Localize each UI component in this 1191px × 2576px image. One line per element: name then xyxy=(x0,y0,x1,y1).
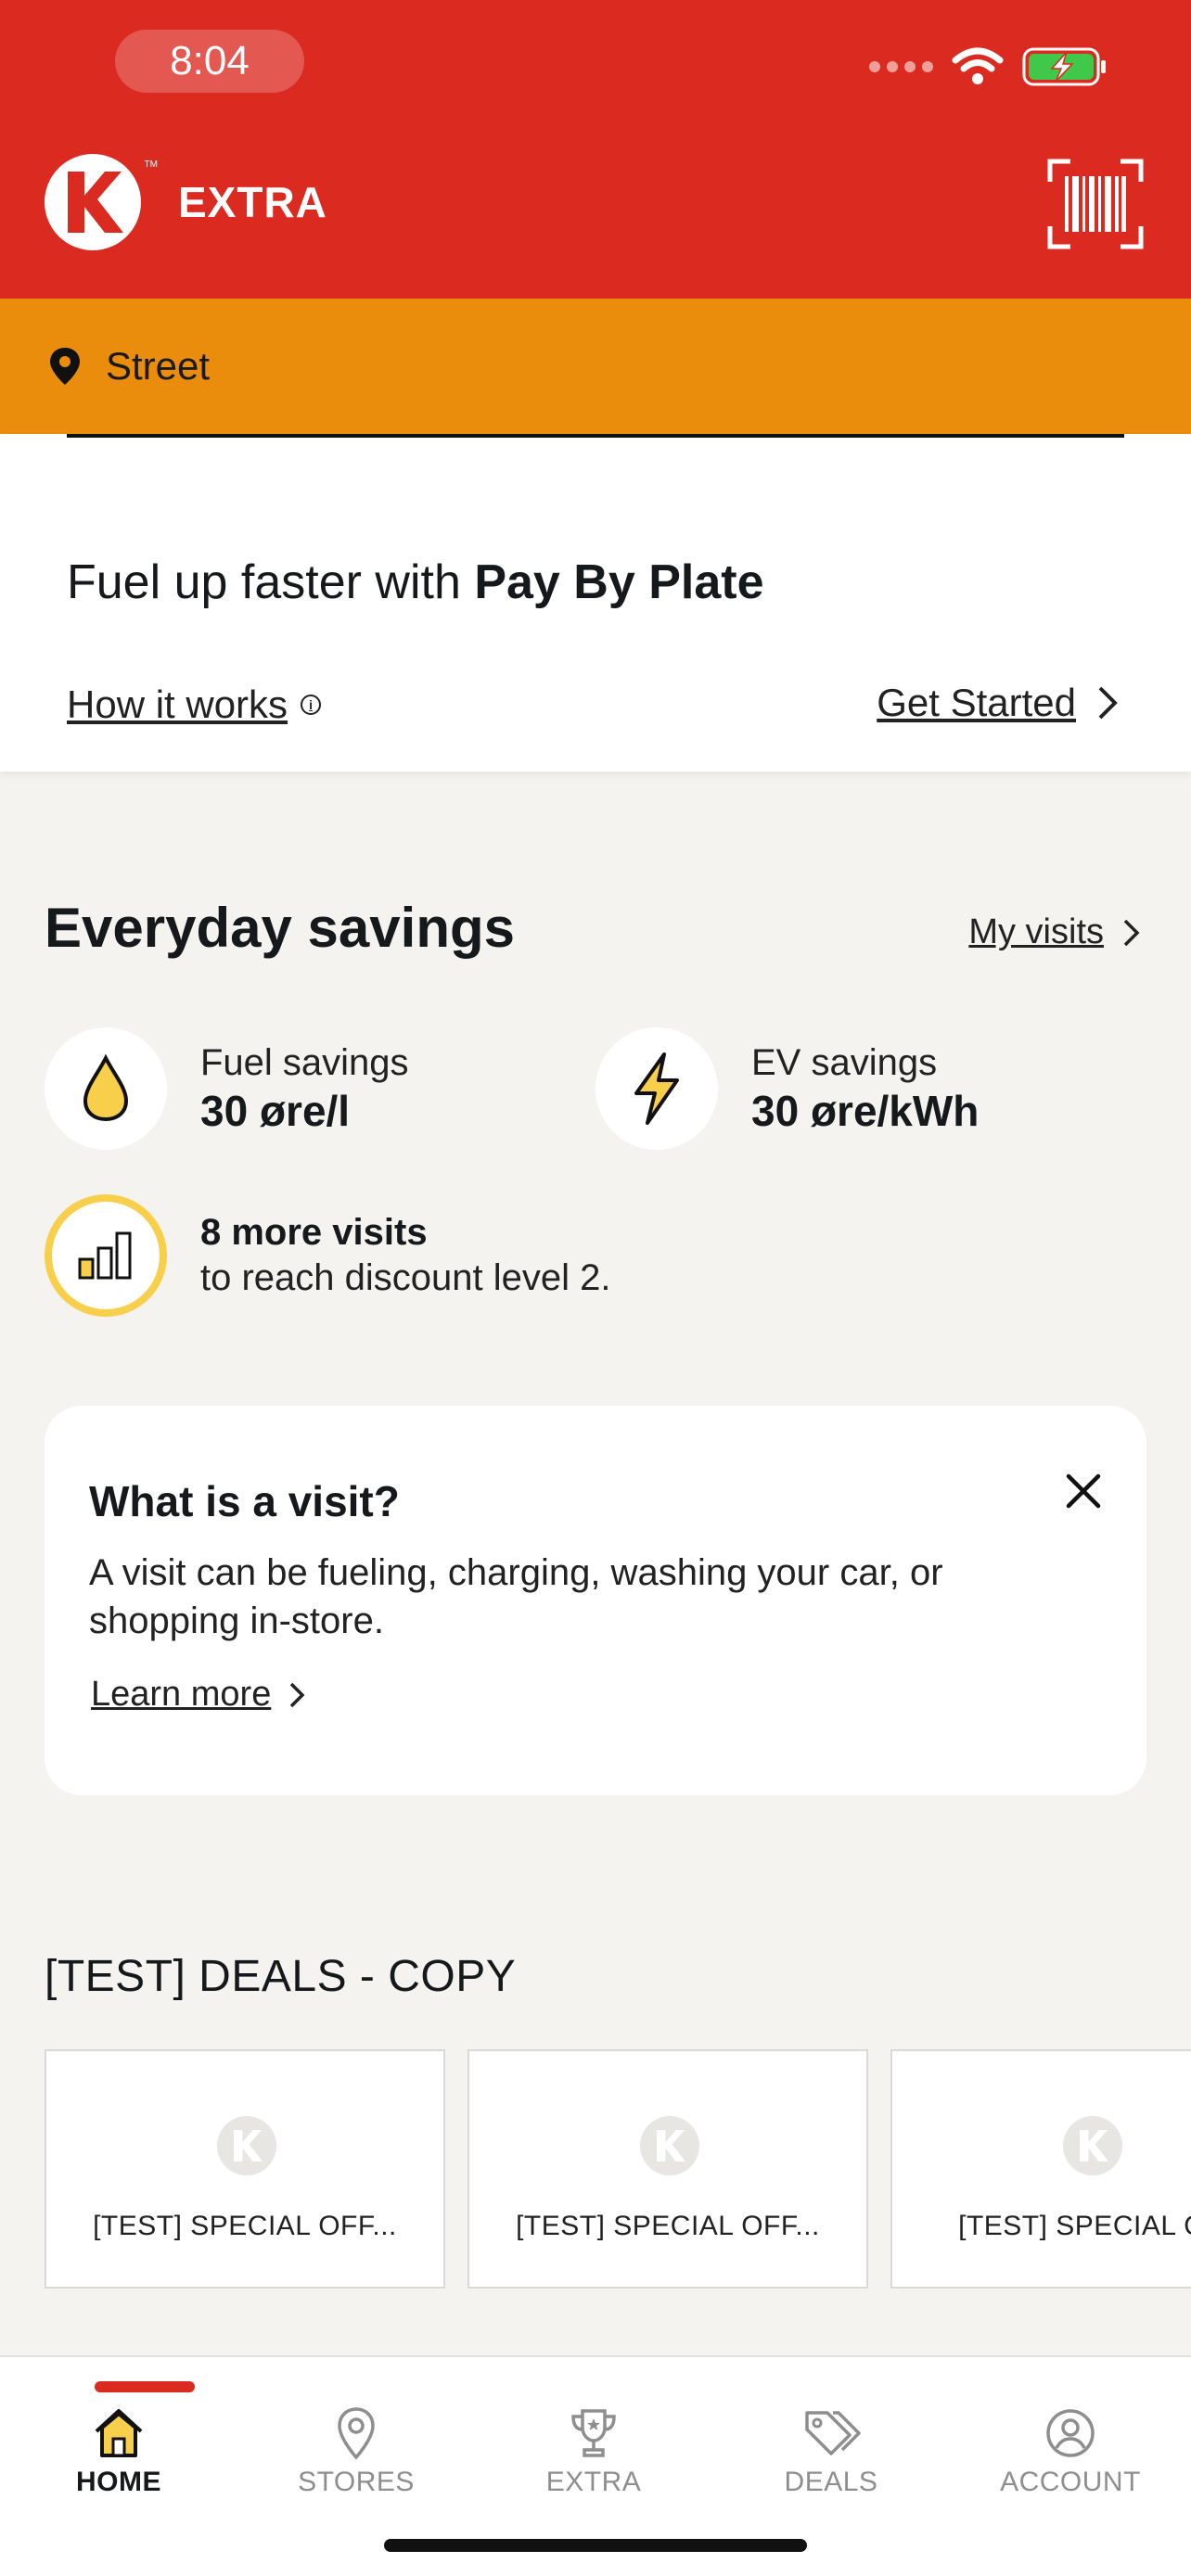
how-it-works-link[interactable]: How it works i xyxy=(67,682,322,727)
deal-label: [TEST] SPECIAL OFF... xyxy=(516,2211,820,2241)
brand-logo: TM EXTRA xyxy=(45,154,327,250)
battery-charging-icon xyxy=(1022,47,1106,86)
deal-label: [TEST] SPECIAL OFF... xyxy=(93,2211,397,2241)
nav-home-label: HOME xyxy=(76,2467,161,2497)
visits-remaining: 8 more visits xyxy=(200,1212,428,1253)
ev-savings-label: EV savings xyxy=(751,1041,938,1083)
deal-logo-icon xyxy=(640,2116,699,2175)
nav-home[interactable]: HOME xyxy=(26,2381,211,2498)
visit-level-progress: 8 more visits to reach discount level 2. xyxy=(45,1194,610,1317)
circle-k-logo-icon: TM xyxy=(45,154,158,250)
deal-logo-icon xyxy=(217,2116,276,2175)
trophy-icon xyxy=(571,2409,616,2457)
deals-carousel[interactable]: [TEST] SPECIAL OFF... [TEST] SPECIAL OFF… xyxy=(45,2049,1191,2289)
deal-label: [TEST] SPECIAL OF xyxy=(958,2211,1191,2241)
close-icon[interactable] xyxy=(1061,1469,1106,1513)
deal-logo-icon xyxy=(1063,2116,1122,2175)
home-indicator[interactable] xyxy=(384,2539,807,2552)
everyday-savings-title: Everyday savings xyxy=(45,897,515,959)
nav-extra-label: EXTRA xyxy=(545,2467,642,2497)
barcode-scan-icon[interactable] xyxy=(1046,158,1145,250)
chevron-right-icon xyxy=(1123,919,1140,946)
cellular-signal-icon xyxy=(869,61,933,72)
nav-account-label: ACCOUNT xyxy=(1000,2467,1141,2497)
nav-deals-label: DEALS xyxy=(784,2467,878,2497)
visit-card-description: A visit can be fueling, charging, washin… xyxy=(89,1552,943,1641)
pay-by-plate-title: Fuel up faster with Pay By Plate xyxy=(67,555,764,610)
pay-by-plate-title-prefix: Fuel up faster with xyxy=(67,555,475,609)
location-label: Street xyxy=(106,344,211,388)
location-bar[interactable]: Street xyxy=(0,299,1191,434)
what-is-a-visit-card: What is a visit? A visit can be fueling,… xyxy=(45,1406,1146,1795)
tag-icon xyxy=(805,2411,861,2455)
status-icons xyxy=(869,46,1108,87)
active-tab-indicator xyxy=(95,2381,195,2392)
get-started-link[interactable]: Get Started xyxy=(877,681,1124,725)
info-icon: i xyxy=(301,695,322,715)
nav-extra[interactable]: EXTRA xyxy=(501,2385,686,2498)
deal-card[interactable]: [TEST] SPECIAL OFF... xyxy=(467,2049,868,2289)
deal-card[interactable]: [TEST] SPECIAL OFF... xyxy=(45,2049,445,2289)
fuel-savings-label: Fuel savings xyxy=(200,1041,409,1083)
status-time: 8:04 xyxy=(115,30,304,93)
how-it-works-label: How it works xyxy=(67,682,288,726)
location-pin-icon xyxy=(50,348,80,385)
fuel-drop-icon xyxy=(45,1027,167,1150)
pay-by-plate-title-bold: Pay By Plate xyxy=(474,555,764,609)
ev-savings: EV savings 30 øre/kWh xyxy=(596,1027,979,1150)
learn-more-label: Learn more xyxy=(91,1675,272,1714)
brand-title: EXTRA xyxy=(178,178,327,226)
user-circle-icon xyxy=(1046,2409,1095,2457)
pay-by-plate-card: Fuel up faster with Pay By Plate How it … xyxy=(0,434,1191,772)
nav-deals[interactable]: DEALS xyxy=(738,2385,924,2498)
home-icon xyxy=(95,2409,143,2457)
chevron-right-icon xyxy=(1098,686,1118,720)
ev-savings-value: 30 øre/kWh xyxy=(751,1086,980,1135)
nav-stores-label: STORES xyxy=(298,2467,415,2497)
my-visits-link[interactable]: My visits xyxy=(968,912,1145,952)
map-pin-icon xyxy=(338,2407,375,2460)
deals-section-title: [TEST] DEALS - COPY xyxy=(45,1952,517,2001)
visits-remaining-sub: to reach discount level 2. xyxy=(200,1257,611,1298)
bar-chart-level-icon xyxy=(45,1194,167,1317)
get-started-label: Get Started xyxy=(877,681,1076,724)
chevron-right-icon xyxy=(290,1682,305,1707)
nav-account[interactable]: ACCOUNT xyxy=(978,2385,1163,2498)
visit-card-title: What is a visit? xyxy=(89,1477,400,1525)
fuel-savings-value: 30 øre/l xyxy=(200,1086,351,1135)
nav-stores[interactable]: STORES xyxy=(263,2385,449,2498)
trademark-mark: TM xyxy=(144,159,158,170)
lightning-bolt-icon xyxy=(596,1027,718,1150)
learn-more-link[interactable]: Learn more xyxy=(91,1675,310,1715)
divider xyxy=(67,434,1124,438)
deal-card[interactable]: [TEST] SPECIAL OF xyxy=(890,2049,1191,2289)
my-visits-label: My visits xyxy=(968,912,1104,951)
app-header: 8:04 TM EXTRA xyxy=(0,0,1191,299)
wifi-icon xyxy=(952,47,1004,84)
fuel-savings: Fuel savings 30 øre/l xyxy=(45,1027,409,1150)
